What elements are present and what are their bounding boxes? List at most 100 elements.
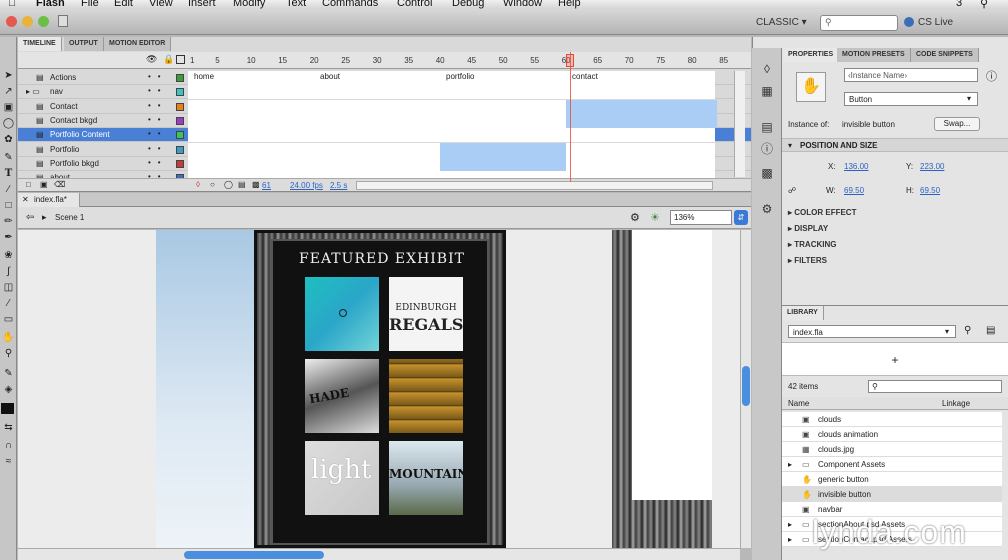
swap-colors-icon[interactable]: ⇆ (2, 421, 15, 434)
new-library-panel-icon[interactable]: ▤ (986, 325, 995, 336)
layer-visibility-lock-dots[interactable]: •• (148, 115, 168, 124)
portfolio-thumb-3[interactable]: HADE (305, 359, 379, 433)
new-folder-icon[interactable]: ▣ (40, 180, 48, 189)
frame-label[interactable]: about (320, 72, 340, 81)
paint-bucket-tool-icon[interactable]: ◫ (2, 281, 15, 294)
layer-frames[interactable] (188, 85, 715, 100)
menu-modify[interactable]: Modify (233, 0, 265, 9)
show-hide-all-icon[interactable]: 👁 (146, 54, 157, 65)
layer-name[interactable]: Portfolio bkgd (50, 159, 99, 168)
frame-label[interactable]: contact (572, 72, 598, 81)
layer-outline-color[interactable] (176, 74, 184, 82)
selection-tool-icon[interactable]: ➤ (2, 69, 15, 82)
help-icon[interactable]: ⓘ (986, 68, 997, 84)
frame-label[interactable]: home (194, 72, 214, 81)
layer-frames[interactable] (188, 156, 715, 171)
portfolio-thumb-5[interactable]: light (305, 441, 379, 515)
hand-tool-icon[interactable]: ✋ (2, 331, 15, 344)
stage-hscroll-thumb[interactable] (184, 551, 324, 559)
layer-outline-color[interactable] (176, 116, 184, 125)
h-value[interactable]: 69.50 (920, 186, 940, 195)
zoom-tool-icon[interactable]: ⚲ (2, 347, 15, 360)
onion-markers-icon[interactable]: ▩ (252, 180, 260, 189)
swap-button[interactable]: Swap... (934, 117, 980, 131)
layer-row[interactable]: ▸ ▭ nav •• (18, 85, 751, 100)
stage-vscroll-thumb[interactable] (742, 366, 750, 406)
fill-color-icon[interactable]: ◈ (2, 383, 15, 396)
menu-window[interactable]: Window (503, 0, 542, 9)
bone-tool-icon[interactable]: ∫ (2, 265, 15, 278)
layer-visibility-lock-dots[interactable]: •• (148, 129, 168, 138)
tab-library[interactable]: LIBRARY (782, 306, 824, 320)
library-item[interactable]: ▦ clouds.jpg (782, 442, 1002, 457)
rectangle-tool-icon[interactable]: □ (2, 199, 15, 212)
onion-skin-icon[interactable]: ○ (210, 180, 215, 189)
layer-visibility-lock-dots[interactable]: •• (148, 72, 168, 81)
color-effect-section[interactable]: ▸ COLOR EFFECT (788, 208, 856, 217)
stage-hscroll[interactable] (18, 548, 740, 560)
lock-all-icon[interactable]: 🔒 (163, 54, 174, 65)
spotlight-icon[interactable]: ⚲ (980, 0, 988, 9)
cslive-button[interactable]: CS Live (918, 17, 953, 28)
layer-row[interactable]: ▤ Actions •• home about portfolio contact (18, 71, 751, 85)
close-tab-icon[interactable]: ✕ (22, 195, 29, 204)
layer-name[interactable]: nav (50, 87, 63, 96)
back-arrow-icon[interactable]: ⇦ (26, 212, 34, 223)
y-value[interactable]: 223.00 (920, 162, 944, 171)
layer-name[interactable]: Portfolio (50, 145, 79, 154)
menu-file[interactable]: File (81, 0, 99, 9)
layer-row[interactable]: ▤ Contact bkgd •• (18, 113, 751, 128)
line-tool-icon[interactable]: ∕ (2, 183, 15, 196)
menu-debug[interactable]: Debug (452, 0, 484, 9)
layer-visibility-lock-dots[interactable]: •• (148, 158, 168, 167)
scene-label[interactable]: Scene 1 (55, 213, 84, 222)
delete-layer-icon[interactable]: ⌫ (54, 180, 65, 189)
pencil-tool-icon[interactable]: ✏ (2, 215, 15, 228)
column-name[interactable]: Name (788, 399, 809, 408)
tab-timeline[interactable]: TIMELINE (18, 37, 62, 51)
exhibit-frame[interactable]: FEATURED EXHIBIT EDINBURGH REGALS HADE l… (254, 230, 506, 548)
timeline-vscroll[interactable] (734, 71, 745, 177)
zoom-field[interactable]: 136% (670, 210, 732, 225)
library-search-input[interactable]: ⚲ (868, 380, 1002, 393)
free-transform-tool-icon[interactable]: ▣ (2, 101, 15, 114)
menu-view[interactable]: View (149, 0, 173, 9)
tracking-section[interactable]: ▸ TRACKING (788, 240, 836, 249)
components-panel-icon[interactable]: ⚙ (760, 202, 774, 216)
display-section[interactable]: ▸ DISPLAY (788, 224, 828, 233)
layer-name[interactable]: Contact (50, 102, 78, 111)
library-item[interactable]: ✋ generic button (782, 472, 1002, 487)
tab-motion-editor[interactable]: MOTION EDITOR (104, 37, 172, 51)
smooth-icon[interactable]: ≈ (2, 455, 15, 468)
portfolio-thumb-1[interactable] (305, 277, 379, 351)
layer-row[interactable]: ▤ Portfolio Content •• (18, 128, 751, 143)
column-linkage[interactable]: Linkage (942, 399, 970, 408)
expand-folder-icon[interactable]: ▸ (788, 535, 792, 544)
eyedropper-tool-icon[interactable]: ⁄ (2, 297, 15, 310)
layer-frames[interactable] (188, 113, 718, 128)
menu-text[interactable]: Text (286, 0, 306, 9)
menu-edit[interactable]: Edit (114, 0, 133, 9)
eraser-tool-icon[interactable]: ▭ (2, 313, 15, 326)
outline-all-icon[interactable] (176, 55, 185, 64)
frame-span[interactable] (566, 99, 718, 114)
layer-name[interactable]: Actions (50, 73, 76, 82)
portfolio-thumb-6[interactable]: MOUNTAIN (389, 441, 463, 515)
playhead-handle[interactable] (566, 54, 574, 67)
edit-scene-icon[interactable]: ⚙ (630, 211, 640, 224)
pen-tool-icon[interactable]: ✎ (2, 151, 15, 164)
layer-name[interactable]: Contact bkgd (50, 116, 97, 125)
library-item[interactable]: ▣ clouds (782, 412, 1002, 427)
minimize-window-button[interactable] (22, 16, 33, 27)
layer-outline-color[interactable] (176, 159, 184, 168)
library-document-select[interactable]: index.fla ▾ (788, 325, 956, 338)
library-item[interactable]: ▸ ▭ Component Assets (782, 457, 1002, 472)
menu-control[interactable]: Control (397, 0, 432, 9)
center-frame-icon[interactable]: ◊ (196, 180, 200, 189)
close-window-button[interactable] (6, 16, 17, 27)
position-size-header[interactable]: ▾ POSITION AND SIZE (782, 138, 1008, 152)
swatches-panel-icon[interactable]: ▦ (760, 84, 774, 98)
library-item[interactable]: ✋ invisible button (782, 487, 1002, 502)
library-item[interactable]: ▣ clouds animation (782, 427, 1002, 442)
link-dimensions-icon[interactable]: ☍ (788, 186, 796, 195)
